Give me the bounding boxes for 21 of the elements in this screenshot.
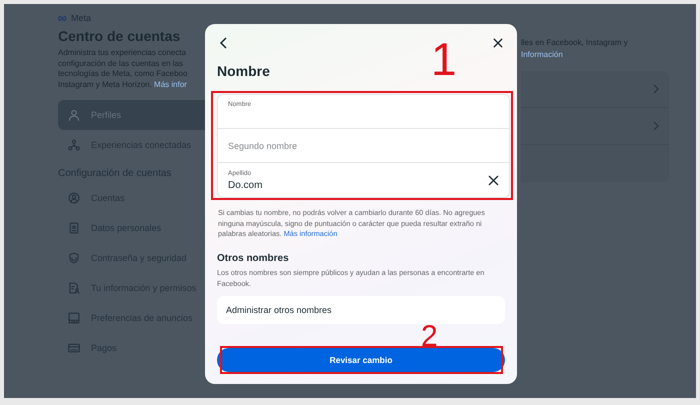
person-icon bbox=[68, 109, 80, 121]
step-number: 1 bbox=[431, 36, 457, 82]
ad-screen-icon bbox=[68, 312, 80, 324]
manage-names-button[interactable]: Administrar otros nombres bbox=[217, 296, 505, 324]
close-icon[interactable] bbox=[493, 38, 503, 48]
review-change-button[interactable]: Revisar cambio bbox=[217, 348, 505, 372]
field-placeholder: Segundo nombre bbox=[228, 140, 298, 151]
clear-icon[interactable] bbox=[488, 174, 499, 186]
more-info-link[interactable]: Más infor bbox=[154, 80, 187, 88]
dialog-title: Nombre bbox=[217, 63, 271, 80]
shield-icon bbox=[68, 252, 80, 264]
more-info-link[interactable]: Información bbox=[521, 50, 563, 59]
id-badge-icon bbox=[68, 222, 80, 234]
connected-nodes-icon bbox=[68, 139, 80, 151]
credit-card-icon bbox=[68, 342, 80, 354]
middle-name-input-field[interactable]: Segundo nombre bbox=[218, 129, 509, 164]
back-icon[interactable] bbox=[219, 36, 227, 49]
section-heading: Otros nombres bbox=[217, 252, 290, 264]
field-value: Do.com bbox=[228, 180, 264, 191]
account-icon bbox=[68, 192, 80, 204]
document-person-icon bbox=[68, 282, 80, 294]
